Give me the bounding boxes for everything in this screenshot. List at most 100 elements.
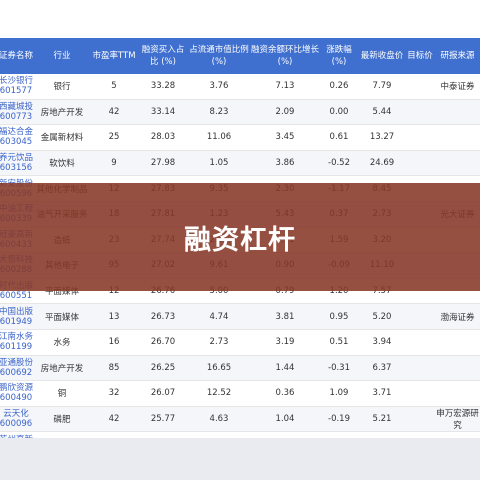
security-code-link[interactable]: 601577 — [0, 86, 34, 96]
target-price-cell — [406, 406, 434, 433]
pe-cell: 42 — [90, 99, 138, 126]
report-source-cell — [434, 355, 480, 382]
pe-cell: 13 — [90, 303, 138, 330]
report-source-cell — [434, 99, 480, 126]
buy-ratio-cell: 27.98 — [138, 150, 188, 177]
table-row[interactable]: 江南水务 601199 水务 16 26.70 2.73 3.19 0.51 3.94 — [0, 329, 480, 356]
mcap-ratio-cell: 4.74 — [188, 303, 250, 330]
column-header[interactable]: 融资余额环比增长 (%) — [250, 38, 320, 74]
security-name-link[interactable]: 亚通股份 — [0, 358, 34, 368]
table-row[interactable]: 西藏城投 600773 房地产开发 42 33.14 8.23 2.09 0.00 5.44 — [0, 99, 480, 126]
change-cell: 0.00 — [320, 99, 358, 126]
buy-ratio-cell: 25.77 — [138, 406, 188, 433]
report-source-cell — [434, 150, 480, 177]
security-cell[interactable]: 江南水务 601199 — [0, 329, 34, 356]
report-source-cell: 中泰证券 — [434, 74, 480, 100]
column-header[interactable]: 最新收盘价 — [358, 38, 406, 74]
table-row[interactable]: 亚通股份 600692 房地产开发 85 26.25 16.65 1.44 -0.31 6.37 — [0, 355, 480, 382]
security-name-link[interactable]: 江南水务 — [0, 332, 34, 342]
column-header[interactable]: 融资买入占比 (%) — [138, 38, 188, 74]
table-header: 证券名称 行业 市盈率TTM 融资买入占比 (%) 占流通市值比例 (%) 融资余额环比增… — [0, 38, 480, 74]
security-code-link[interactable]: 600096 — [0, 419, 34, 429]
pe-cell: 25 — [90, 124, 138, 151]
table-row[interactable]: 鹏欣资源 600490 铜 32 26.07 12.52 0.36 1.09 3.71 — [0, 380, 480, 407]
mcap-ratio-cell: 3.76 — [188, 74, 250, 100]
screenshot: 证券名称 行业 市盈率TTM 融资买入占比 (%) 占流通市值比例 (%) 融资余额环比增… — [0, 0, 480, 480]
security-name-link[interactable]: 云天化 — [0, 409, 34, 419]
security-code-link[interactable]: 600692 — [0, 368, 34, 378]
security-cell[interactable]: 养元饮品 603156 — [0, 150, 34, 177]
industry-cell: 软饮料 — [34, 150, 90, 177]
column-header[interactable]: 证券名称 — [0, 38, 34, 74]
report-source-cell: 渤海证券 — [434, 303, 480, 330]
growth-cell: 3.86 — [250, 150, 320, 177]
bottom-fade-area — [0, 438, 480, 480]
report-source-cell — [434, 124, 480, 151]
security-code-link[interactable]: 601199 — [0, 342, 34, 352]
table-row[interactable]: 中国出版 601949 平面媒体 13 26.73 4.74 3.81 0.95 5.20 渤海证… — [0, 303, 480, 330]
top-blank-area — [0, 0, 480, 38]
close-price-cell: 3.94 — [358, 329, 406, 356]
table-row[interactable]: 福达合金 603045 金属新材料 25 28.03 11.06 3.45 0.61 13.27 — [0, 124, 480, 151]
security-code-link[interactable]: 600490 — [0, 393, 34, 403]
target-price-cell — [406, 150, 434, 177]
pe-cell: 32 — [90, 380, 138, 407]
industry-cell: 金属新材料 — [34, 124, 90, 151]
banner-title: 融资杠杆 — [184, 224, 296, 256]
buy-ratio-cell: 33.14 — [138, 99, 188, 126]
security-cell[interactable]: 亚通股份 600692 — [0, 355, 34, 382]
security-cell[interactable]: 云天化 600096 — [0, 406, 34, 433]
table-row[interactable]: 云天化 600096 磷肥 42 25.77 4.63 1.04 -0.19 5.21 申万宏源研… — [0, 406, 480, 433]
close-price-cell: 5.44 — [358, 99, 406, 126]
industry-cell: 平面媒体 — [34, 303, 90, 330]
security-name-link[interactable]: 长沙银行 — [0, 76, 34, 86]
change-cell: 0.26 — [320, 74, 358, 100]
table-row[interactable]: 养元饮品 603156 软饮料 9 27.98 1.05 3.86 -0.52 24.69 — [0, 150, 480, 177]
column-header[interactable]: 研报来源 — [434, 38, 480, 74]
close-price-cell: 13.27 — [358, 124, 406, 151]
security-cell[interactable]: 长沙银行 601577 — [0, 74, 34, 100]
security-cell[interactable]: 福达合金 603045 — [0, 124, 34, 151]
target-price-cell — [406, 99, 434, 126]
growth-cell: 3.45 — [250, 124, 320, 151]
pe-cell: 42 — [90, 406, 138, 433]
pe-cell: 16 — [90, 329, 138, 356]
security-name-link[interactable]: 养元饮品 — [0, 153, 34, 163]
buy-ratio-cell: 26.73 — [138, 303, 188, 330]
buy-ratio-cell: 26.07 — [138, 380, 188, 407]
security-code-link[interactable]: 603045 — [0, 137, 34, 147]
pe-cell: 5 — [90, 74, 138, 100]
security-cell[interactable]: 中国出版 601949 — [0, 303, 34, 330]
security-code-link[interactable]: 600773 — [0, 112, 34, 122]
buy-ratio-cell: 33.28 — [138, 74, 188, 100]
security-name-link[interactable]: 中国出版 — [0, 307, 34, 317]
target-price-cell — [406, 380, 434, 407]
security-code-link[interactable]: 600551 — [0, 291, 34, 301]
mcap-ratio-cell: 11.06 — [188, 124, 250, 151]
mcap-ratio-cell: 2.73 — [188, 329, 250, 356]
security-cell[interactable]: 鹏欣资源 600490 — [0, 380, 34, 407]
column-header[interactable]: 涨跌幅 (%) — [320, 38, 358, 74]
column-header[interactable]: 目标价 — [406, 38, 434, 74]
close-price-cell: 3.71 — [358, 380, 406, 407]
column-header[interactable]: 市盈率TTM — [90, 38, 138, 74]
mcap-ratio-cell: 1.05 — [188, 150, 250, 177]
security-name-link[interactable]: 福达合金 — [0, 127, 34, 137]
change-cell: 0.51 — [320, 329, 358, 356]
security-name-link[interactable]: 西藏城投 — [0, 102, 34, 112]
close-price-cell: 7.79 — [358, 74, 406, 100]
report-source-cell — [434, 380, 480, 407]
security-name-link[interactable]: 鹏欣资源 — [0, 383, 34, 393]
growth-cell: 1.44 — [250, 355, 320, 382]
change-cell: -0.19 — [320, 406, 358, 433]
security-code-link[interactable]: 603156 — [0, 163, 34, 173]
mcap-ratio-cell: 8.23 — [188, 99, 250, 126]
column-header[interactable]: 行业 — [34, 38, 90, 74]
growth-cell: 3.19 — [250, 329, 320, 356]
security-cell[interactable]: 西藏城投 600773 — [0, 99, 34, 126]
close-price-cell: 24.69 — [358, 150, 406, 177]
security-code-link[interactable]: 601949 — [0, 317, 34, 327]
table-row[interactable]: 长沙银行 601577 银行 5 33.28 3.76 7.13 0.26 7.79 中泰证券 — [0, 74, 480, 100]
industry-cell: 磷肥 — [34, 406, 90, 433]
column-header[interactable]: 占流通市值比例 (%) — [188, 38, 250, 74]
